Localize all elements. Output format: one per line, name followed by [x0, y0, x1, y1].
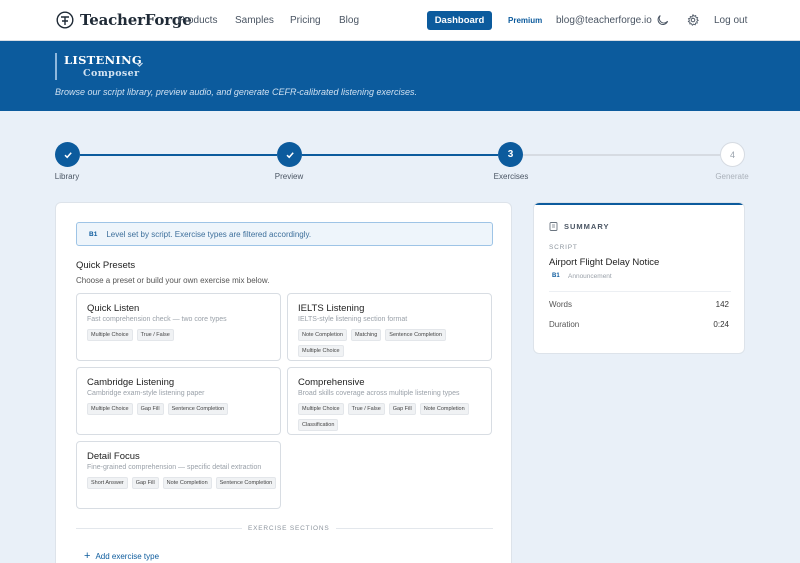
preset-description: Broad skills coverage across multiple li… — [298, 390, 460, 397]
exercise-tag: Multiple Choice — [87, 329, 133, 341]
duration-label: Duration — [549, 320, 580, 329]
preset-description: Cambridge exam-style listening paper — [87, 390, 205, 397]
preset-name: Cambridge Listening — [87, 377, 175, 388]
step-label-library: Library — [54, 172, 80, 181]
chevron-down-icon[interactable] — [135, 60, 144, 69]
preset-comprehensive[interactable]: Comprehensive Broad skills coverage acro… — [287, 367, 492, 435]
hero-title: LISTENING — [64, 53, 143, 67]
nav-link-pricing[interactable]: Pricing — [290, 15, 321, 26]
step-connector — [80, 154, 277, 156]
exercise-tag: True / False — [347, 403, 385, 415]
premium-badge: Premium — [508, 16, 543, 25]
plus-icon: + — [84, 550, 91, 562]
exercise-tag: Sentence Completion — [385, 329, 446, 341]
preset-name: IELTS Listening — [298, 303, 365, 314]
level-notice: B1 Level set by script. Exercise types a… — [76, 222, 493, 246]
moon-icon[interactable] — [657, 14, 669, 26]
brand-logo[interactable]: TeacherForge — [56, 11, 192, 29]
exercise-tag: Short Answer — [87, 477, 128, 489]
hero-banner: LISTENING Composer Browse our script lib… — [0, 41, 800, 111]
exercise-tag: Matching — [350, 329, 382, 341]
exercise-tag: Classification — [298, 419, 339, 431]
hero-description: Browse our script library, preview audio… — [55, 87, 417, 97]
exercise-tag: Gap Fill — [136, 403, 164, 415]
preset-detail-focus[interactable]: Detail Focus Fine-grained comprehension … — [76, 441, 281, 509]
exercise-tag: True / False — [136, 329, 174, 341]
exercise-tag: Note Completion — [419, 403, 469, 415]
duration-value: 0:24 — [713, 320, 729, 329]
script-label: SCRIPT — [549, 244, 578, 251]
step-connector — [523, 154, 720, 156]
words-value: 142 — [715, 300, 729, 309]
exercise-sections-label: EXERCISE SECTIONS — [242, 525, 336, 532]
user-email[interactable]: blog@teacherforge.io — [556, 15, 652, 26]
preset-name: Comprehensive — [298, 377, 365, 388]
script-level-badge: B1 — [552, 273, 560, 279]
preset-name: Quick Listen — [87, 303, 140, 314]
exercise-tag: Gap Fill — [131, 477, 159, 489]
script-type: Announcement — [568, 273, 612, 280]
step-connector — [302, 154, 498, 156]
level-badge: B1 — [89, 230, 98, 238]
exercise-tag: Multiple Choice — [87, 403, 133, 415]
add-exercise-type-button[interactable]: + Add exercise type — [84, 550, 159, 562]
exercise-config-card: B1 Level set by script. Exercise types a… — [55, 202, 512, 563]
preset-description: IELTS-style listening section format — [298, 316, 408, 323]
check-icon — [63, 151, 72, 158]
summary-divider — [549, 291, 731, 292]
dashboard-button[interactable]: Dashboard — [427, 11, 492, 30]
top-nav: TeacherForge Products Samples Pricing Bl… — [0, 0, 800, 41]
step-3-exercises[interactable]: 3 — [498, 142, 523, 167]
nav-link-samples[interactable]: Samples — [235, 15, 274, 26]
exercise-tag: Gap Fill — [388, 403, 416, 415]
hero-subtitle: Composer — [83, 68, 140, 79]
clipboard-icon — [549, 222, 558, 231]
brand-name: TeacherForge — [80, 11, 192, 29]
step-2-preview[interactable] — [277, 142, 302, 167]
step-label-exercises: Exercises — [493, 172, 529, 181]
presets-title: Quick Presets — [76, 260, 136, 271]
preset-cambridge-listening[interactable]: Cambridge Listening Cambridge exam-style… — [76, 367, 281, 435]
preset-ielts-listening[interactable]: IELTS Listening IELTS-style listening se… — [287, 293, 492, 361]
logo-icon — [56, 11, 74, 29]
summary-header: SUMMARY — [549, 221, 609, 231]
exercise-tag: Sentence Completion — [215, 477, 277, 489]
presets-description: Choose a preset or build your own exerci… — [76, 276, 270, 285]
words-label: Words — [549, 300, 572, 309]
nav-link-blog[interactable]: Blog — [339, 15, 359, 26]
step-1-library[interactable] — [55, 142, 80, 167]
exercise-tag: Note Completion — [162, 477, 212, 489]
step-4-generate[interactable]: 4 — [720, 142, 745, 167]
preset-name: Detail Focus — [87, 451, 140, 462]
check-icon — [285, 151, 294, 158]
summary-accent-bar — [534, 203, 744, 205]
preset-description: Fast comprehension check — two core type… — [87, 316, 227, 323]
step-label-generate: Generate — [715, 172, 749, 181]
exercise-tag: Note Completion — [298, 329, 347, 341]
summary-heading: SUMMARY — [564, 221, 610, 231]
preset-description: Fine-grained comprehension — specific de… — [87, 464, 262, 471]
level-notice-text: Level set by script. Exercise types are … — [106, 229, 312, 239]
hero-accent-bar — [55, 53, 57, 80]
exercise-tag: Multiple Choice — [298, 345, 344, 357]
gear-icon[interactable] — [687, 14, 699, 26]
exercise-tag: Sentence Completion — [167, 403, 229, 415]
summary-card: SUMMARY SCRIPT Airport Flight Delay Noti… — [533, 202, 745, 354]
script-title: Airport Flight Delay Notice — [549, 257, 660, 268]
exercise-tag: Multiple Choice — [298, 403, 344, 415]
preset-quick-listen[interactable]: Quick Listen Fast comprehension check — … — [76, 293, 281, 361]
logout-link[interactable]: Log out — [714, 15, 747, 26]
nav-link-products[interactable]: Products — [178, 15, 217, 26]
add-exercise-type-label: Add exercise type — [95, 551, 160, 561]
step-label-preview: Preview — [274, 172, 304, 181]
